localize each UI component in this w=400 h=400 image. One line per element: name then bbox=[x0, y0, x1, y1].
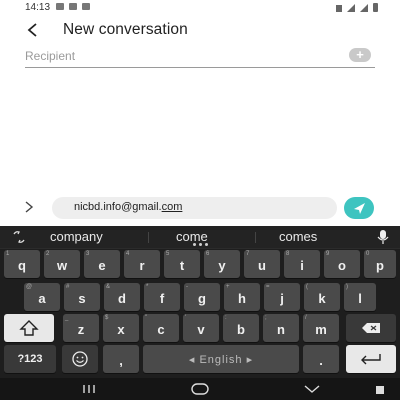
key-m[interactable]: / m bbox=[303, 314, 339, 342]
plus-icon: + bbox=[356, 47, 364, 62]
key-f[interactable]: * f bbox=[144, 283, 180, 311]
recipient-row: + bbox=[25, 47, 375, 68]
key-d[interactable]: & d bbox=[104, 283, 140, 311]
keyboard-switch-icon[interactable] bbox=[376, 386, 384, 394]
recipient-input[interactable] bbox=[25, 47, 325, 65]
signal-icon bbox=[360, 4, 368, 12]
back-arrow-icon bbox=[27, 23, 37, 37]
key-o[interactable]: 9o bbox=[324, 250, 360, 278]
key-r[interactable]: 4r bbox=[124, 250, 160, 278]
message-text: nicbd.info@gmail. bbox=[74, 201, 162, 213]
period-key[interactable]: . bbox=[303, 345, 339, 373]
space-key[interactable]: ◂ English ▸ bbox=[143, 345, 299, 373]
keyboard: company come comes 1q 2w 3e 4r 5t 6y 7u … bbox=[0, 226, 400, 378]
suggestion-divider bbox=[148, 232, 149, 243]
message-input[interactable]: nicbd.info@gmail.com bbox=[52, 197, 337, 219]
key-w[interactable]: 2w bbox=[44, 250, 80, 278]
key-l[interactable]: ) l bbox=[344, 283, 376, 311]
signal-icon bbox=[347, 4, 355, 12]
key-n[interactable]: ; n bbox=[263, 314, 299, 342]
notification-icon bbox=[82, 3, 90, 10]
send-button[interactable] bbox=[344, 197, 374, 219]
back-nav-icon[interactable] bbox=[302, 382, 322, 396]
key-y[interactable]: 6y bbox=[204, 250, 240, 278]
symbols-key[interactable]: ?123 bbox=[4, 345, 56, 373]
microphone-icon[interactable] bbox=[376, 229, 390, 245]
key-c[interactable]: " c bbox=[143, 314, 179, 342]
chevron-right-icon bbox=[25, 201, 34, 213]
key-x[interactable]: $ x bbox=[103, 314, 139, 342]
back-button[interactable] bbox=[26, 18, 46, 42]
key-e[interactable]: 3e bbox=[84, 250, 120, 278]
key-h[interactable]: + h bbox=[224, 283, 260, 311]
system-icons bbox=[336, 3, 378, 12]
add-recipient-button[interactable]: + bbox=[349, 48, 371, 62]
suggestion-divider bbox=[255, 232, 256, 243]
compose-row: nicbd.info@gmail.com bbox=[0, 194, 400, 224]
key-v[interactable]: ' v bbox=[183, 314, 219, 342]
key-p[interactable]: 0p bbox=[364, 250, 396, 278]
mute-icon bbox=[336, 5, 342, 12]
status-time: 14:13 bbox=[25, 2, 51, 13]
battery-icon bbox=[373, 3, 378, 12]
enter-icon bbox=[361, 354, 381, 365]
page-title: New conversation bbox=[63, 21, 188, 38]
notification-icons bbox=[56, 3, 90, 10]
send-icon bbox=[354, 203, 365, 214]
key-j[interactable]: = j bbox=[264, 283, 300, 311]
key-z[interactable]: _ z bbox=[63, 314, 99, 342]
suggestion-bar: company come comes bbox=[0, 226, 400, 249]
shift-key[interactable] bbox=[4, 314, 54, 342]
comma-key[interactable]: , bbox=[103, 345, 139, 373]
key-g[interactable]: -g bbox=[184, 283, 220, 311]
navigation-bar bbox=[0, 378, 400, 400]
keyboard-settings-icon[interactable] bbox=[12, 230, 26, 244]
recent-apps-icon[interactable] bbox=[80, 382, 98, 396]
key-s[interactable]: # s bbox=[64, 283, 100, 311]
message-text-composing: com bbox=[161, 201, 183, 213]
shift-icon bbox=[19, 320, 39, 336]
app-bar: New conversation bbox=[0, 16, 400, 46]
suggestion-1[interactable]: company bbox=[50, 229, 103, 244]
key-a[interactable]: @ a bbox=[24, 283, 60, 311]
key-t[interactable]: 5t bbox=[164, 250, 200, 278]
notification-icon bbox=[69, 3, 77, 10]
home-icon[interactable] bbox=[190, 382, 210, 396]
suggestion-3[interactable]: comes bbox=[279, 229, 317, 244]
backspace-icon bbox=[362, 323, 380, 333]
more-suggestions-icon[interactable] bbox=[193, 243, 208, 246]
key-b[interactable]: :b bbox=[223, 314, 259, 342]
key-q[interactable]: 1q bbox=[4, 250, 40, 278]
backspace-key[interactable] bbox=[346, 314, 396, 342]
notification-icon bbox=[56, 3, 64, 10]
expand-options-button[interactable] bbox=[24, 200, 34, 216]
key-i[interactable]: 8i bbox=[284, 250, 320, 278]
key-k[interactable]: (k bbox=[304, 283, 340, 311]
suggestion-2[interactable]: come bbox=[176, 229, 208, 244]
emoji-icon bbox=[72, 351, 88, 367]
key-u[interactable]: 7u bbox=[244, 250, 280, 278]
emoji-key[interactable] bbox=[62, 345, 98, 373]
status-bar: 14:13 bbox=[0, 0, 400, 16]
enter-key[interactable] bbox=[346, 345, 396, 373]
